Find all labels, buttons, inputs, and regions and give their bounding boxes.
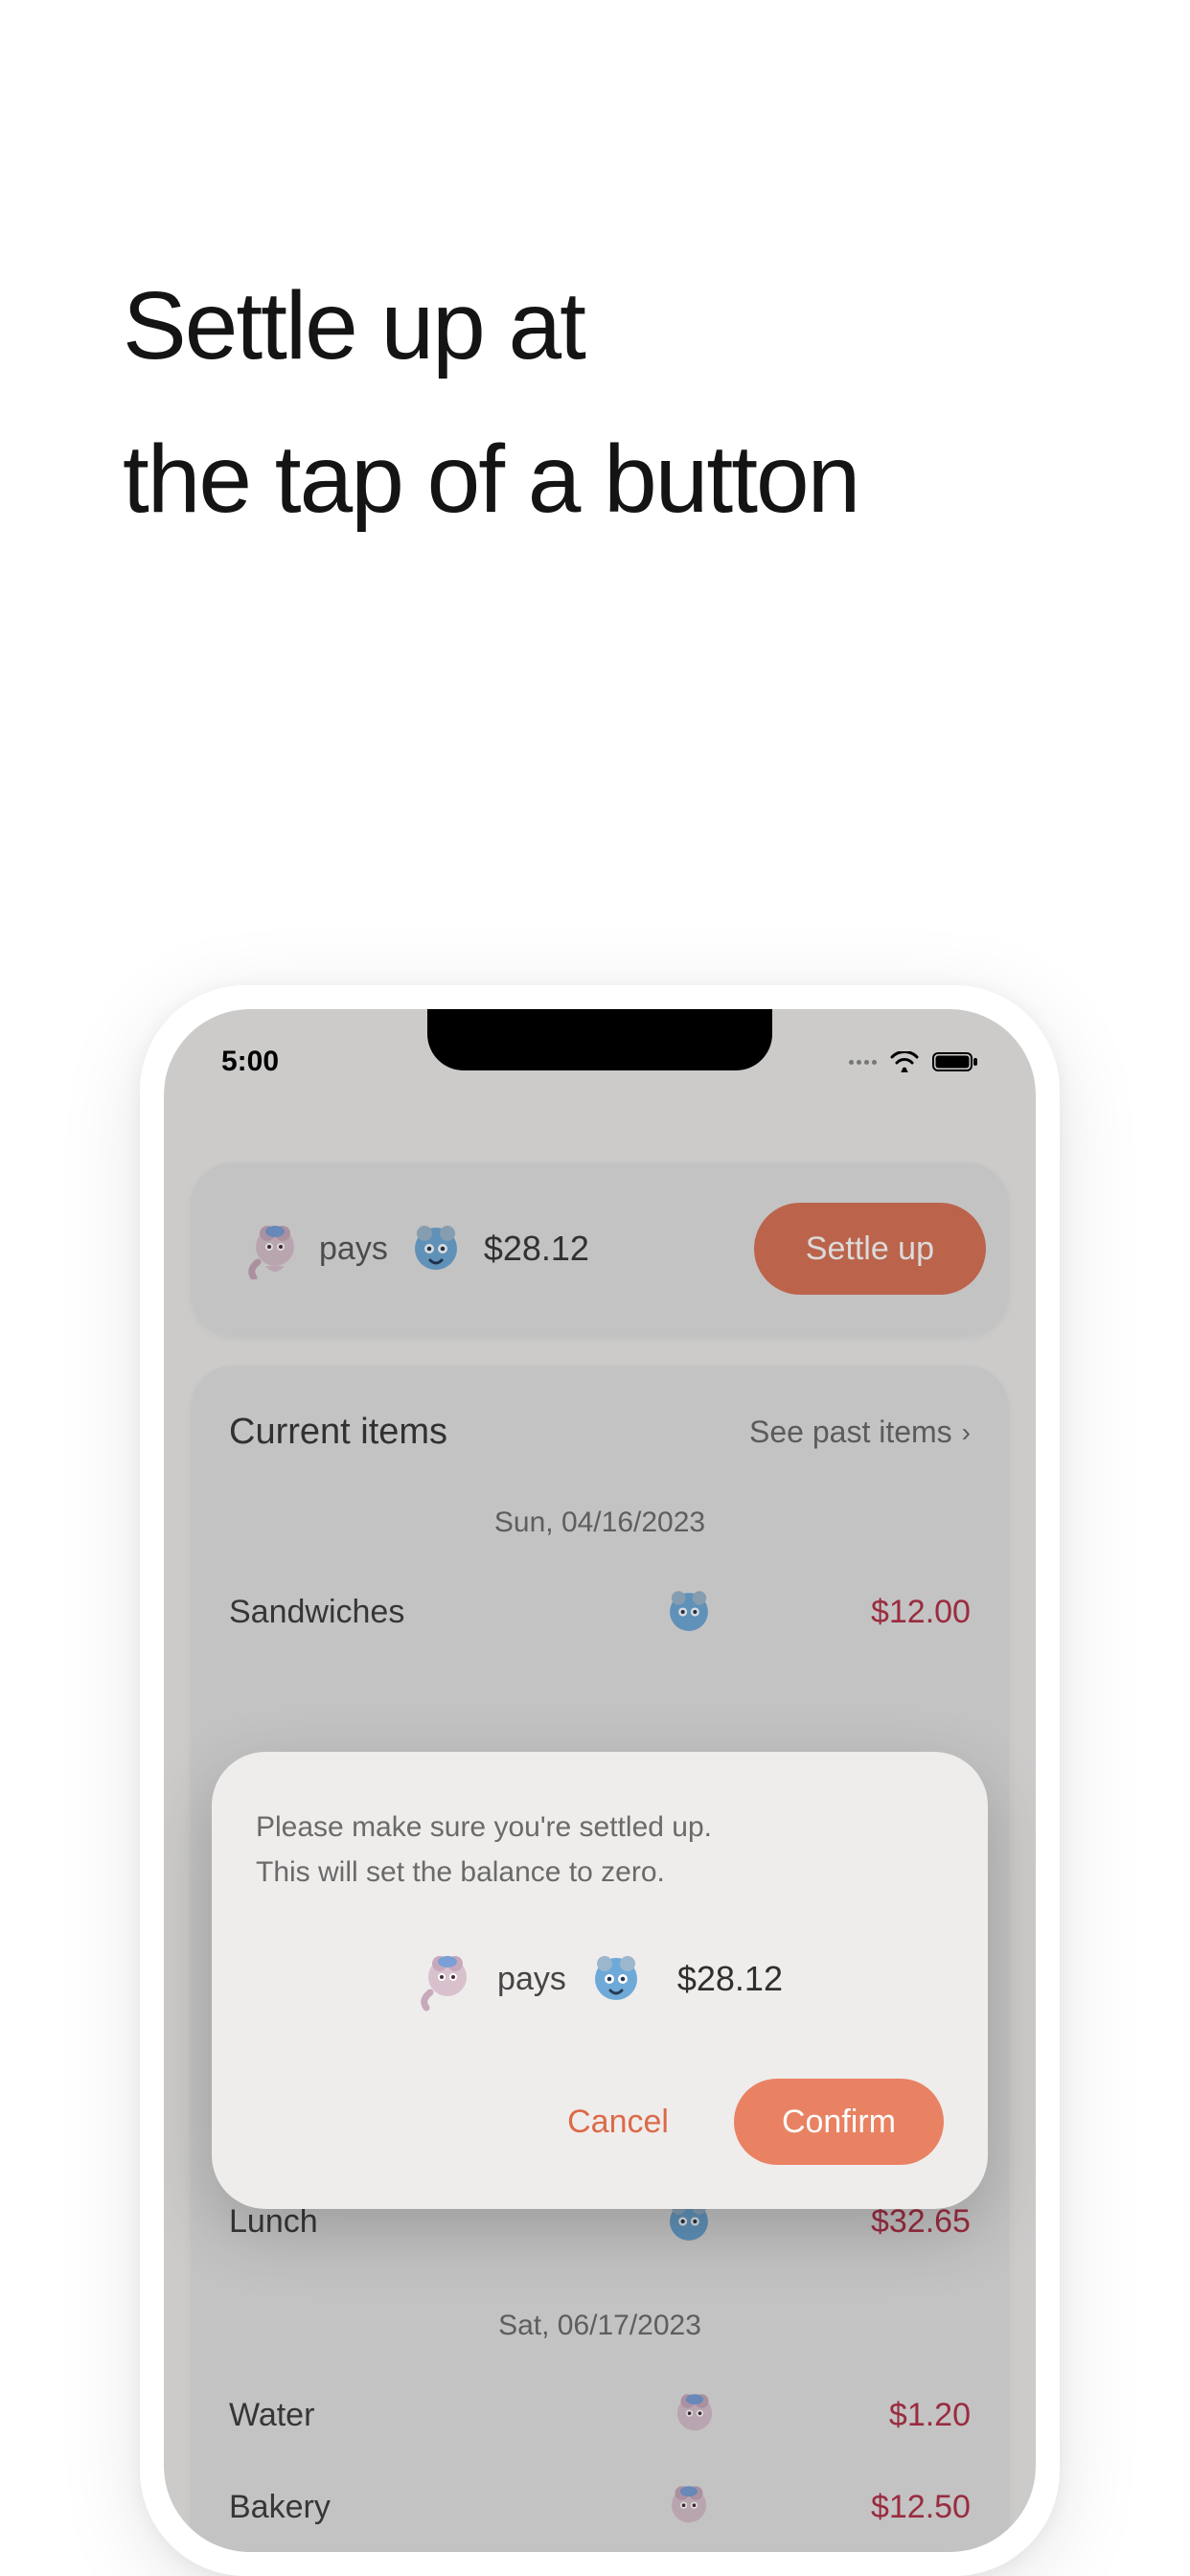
confirm-button[interactable]: Confirm	[734, 2079, 944, 2165]
avatar-payee-blue	[585, 1948, 647, 2010]
sheet-message-line1: Please make sure you're settled up.	[256, 1806, 944, 1851]
sheet-actions: Cancel Confirm	[256, 2079, 944, 2165]
promo-headline: Settle up at the tap of a button	[123, 249, 858, 556]
wifi-icon	[890, 1051, 919, 1072]
status-time: 5:00	[221, 1046, 279, 1078]
sheet-message-line2: This will set the balance to zero.	[256, 1851, 944, 1896]
phone-frame: 5:00	[140, 985, 1060, 2576]
sheet-message: Please make sure you're settled up. This…	[256, 1806, 944, 1895]
headline-line1: Settle up at	[123, 249, 858, 402]
battery-icon	[932, 1051, 978, 1072]
sheet-summary: pays $28.12	[256, 1948, 944, 2010]
pays-label: pays	[497, 1961, 566, 1998]
headline-line2: the tap of a button	[123, 402, 858, 556]
more-dots-icon	[849, 1060, 877, 1065]
phone-screen: 5:00	[164, 1009, 1036, 2552]
avatar-payer-pink	[417, 1948, 478, 2010]
phone-notch	[427, 1009, 772, 1070]
cancel-button[interactable]: Cancel	[544, 2084, 692, 2160]
sheet-amount: $28.12	[677, 1959, 783, 1999]
confirm-settle-sheet: Please make sure you're settled up. This…	[212, 1752, 988, 2209]
status-right	[849, 1051, 978, 1072]
